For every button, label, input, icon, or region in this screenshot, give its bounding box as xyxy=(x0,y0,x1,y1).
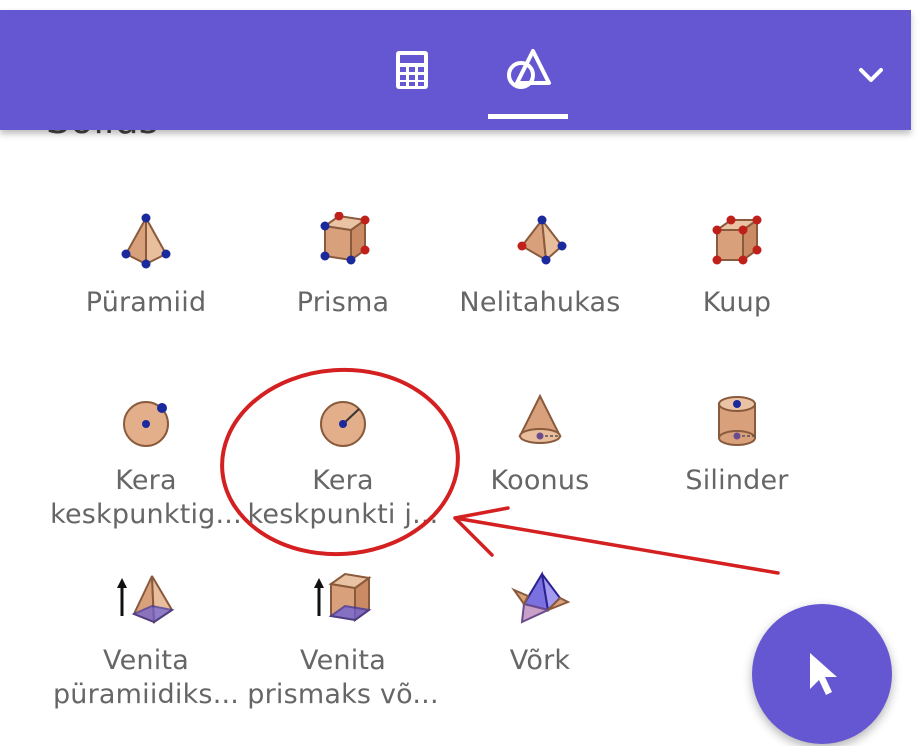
tool-label-line2: prismaks võ... xyxy=(247,679,439,710)
tool-label: Koonus xyxy=(490,465,590,496)
tool-cylinder[interactable]: Silinder xyxy=(637,390,837,498)
cube-icon xyxy=(712,215,762,265)
tool-label: Võrk xyxy=(509,645,571,676)
collapse-button[interactable] xyxy=(846,50,896,100)
calculator-tab[interactable] xyxy=(372,10,452,130)
tool-label: Kuup xyxy=(702,287,772,318)
cylinder-icon xyxy=(718,396,756,446)
tool-label-line2: keskpunkti j... xyxy=(247,499,439,530)
sphere-point-icon xyxy=(123,401,169,447)
move-tool-button[interactable] xyxy=(752,604,892,744)
tool-label-line2: püramiidiks... xyxy=(52,679,240,710)
cone-icon xyxy=(518,393,562,444)
tool-label: Nelitahukas xyxy=(459,287,621,318)
tool-sphere-center-point[interactable]: Kera keskpunktig... xyxy=(46,390,246,532)
geometry-shapes-icon xyxy=(507,49,551,89)
tool-label: Prisma xyxy=(296,287,390,318)
tool-label-line1: Venita xyxy=(300,645,386,676)
tool-extrude-pyramid[interactable]: Venita püramiidiks... xyxy=(46,570,246,712)
pyramid-icon xyxy=(121,213,171,269)
geometry-tab[interactable] xyxy=(488,10,568,130)
chevron-down-icon xyxy=(859,68,883,82)
tool-label-line1: Kera xyxy=(115,465,177,496)
cursor-arrow-icon xyxy=(810,653,837,695)
prism-icon xyxy=(320,212,370,265)
tool-sphere-center-radius[interactable]: Kera keskpunkti j... xyxy=(243,390,443,532)
active-tab-indicator xyxy=(488,114,568,119)
tool-net[interactable]: Võrk xyxy=(440,570,640,678)
tool-label: Venita püramiidiks... xyxy=(46,644,246,712)
extrude-pyramid-icon xyxy=(117,575,175,624)
sphere-radius-icon xyxy=(320,401,366,447)
tool-label: Kera keskpunktig... xyxy=(46,464,246,532)
tool-extrude-prism[interactable]: Venita prismaks võ... xyxy=(243,570,443,712)
tool-prism[interactable]: Prisma xyxy=(243,212,443,320)
tool-tetrahedron[interactable]: Nelitahukas xyxy=(440,212,640,320)
tool-label: Silinder xyxy=(685,465,789,496)
tool-label-line2: keskpunktig... xyxy=(50,499,242,530)
tool-cone[interactable]: Koonus xyxy=(440,390,640,498)
tool-cube[interactable]: Kuup xyxy=(637,212,837,320)
tool-label-line1: Venita xyxy=(103,645,189,676)
tool-pyramid[interactable]: Püramiid xyxy=(46,212,246,320)
tool-label-line1: Kera xyxy=(312,465,374,496)
tool-label: Kera keskpunkti j... xyxy=(243,464,443,532)
calculator-icon xyxy=(396,51,428,89)
top-toolbar xyxy=(0,10,911,130)
net-icon xyxy=(511,571,571,624)
tetrahedron-icon xyxy=(517,215,567,265)
extrude-prism-icon xyxy=(314,572,372,622)
annotation-arrow xyxy=(453,506,780,575)
tool-label: Püramiid xyxy=(85,287,207,318)
tool-label: Venita prismaks võ... xyxy=(243,644,443,712)
